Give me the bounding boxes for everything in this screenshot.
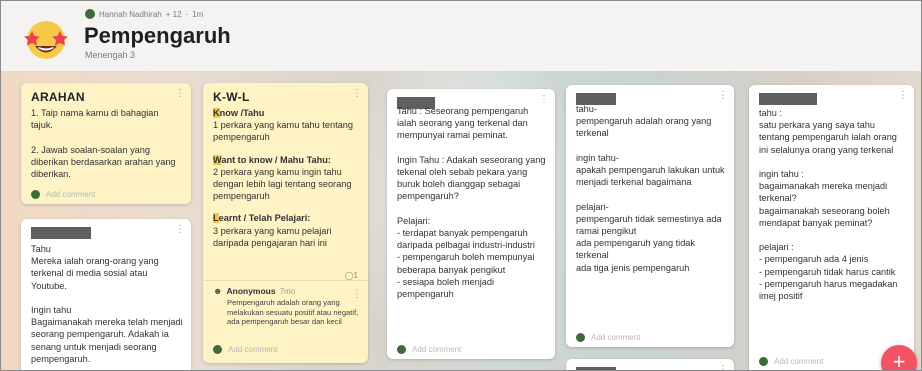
- card-body: 1. Taip nama kamu di bahagian tajuk. 2. …: [31, 108, 176, 180]
- card-student-1[interactable]: ⋮ Tahu Mereka ialah orang-orang yang ter…: [21, 219, 191, 370]
- comment-time: 7mo: [279, 286, 296, 296]
- comment-text: Pempengaruh adalah orang yang melakukan …: [227, 298, 359, 326]
- know-highlight: K: [213, 108, 220, 118]
- add-comment-label: Add comment: [774, 357, 824, 366]
- time-separator: ·: [185, 9, 189, 19]
- comment: ☻ Anonymous 7mo Pempengaruh adalah orang…: [213, 286, 360, 327]
- user-avatar: [397, 345, 406, 354]
- padlet-window: Hannah Nadhirah + 12 · 1m Pempengaruh Me…: [0, 0, 922, 371]
- more-options-icon[interactable]: ⋮: [898, 91, 908, 101]
- card-student-2[interactable]: ⋮ Tahu : Seseorang pempengaruh ialah seo…: [387, 89, 555, 359]
- add-comment-label: Add comment: [591, 333, 641, 342]
- add-comment-label: Add comment: [228, 345, 278, 354]
- card-student-3[interactable]: ⋮ tahu- pempengaruh adalah orang yang te…: [566, 85, 734, 347]
- comment-count-value: 1: [353, 271, 358, 280]
- redacted-name: [31, 227, 91, 239]
- learnt-heading: Learnt / Telah Pelajari:: [213, 213, 311, 224]
- post-meta: Hannah Nadhirah + 12 · 1m: [85, 9, 203, 19]
- user-avatar: [31, 190, 40, 199]
- add-comment-button[interactable]: Add comment: [31, 190, 95, 199]
- card-arahan[interactable]: ARAHAN ⋮ 1. Taip nama kamu di bahagian t…: [21, 83, 191, 204]
- want-heading-text: ant to know / Mahu Tahu:: [221, 154, 331, 165]
- comment-author: Anonymous: [226, 286, 276, 296]
- card-title: ARAHAN: [31, 90, 85, 104]
- page-title: Pempengaruh: [84, 23, 231, 48]
- add-comment-button[interactable]: Add comment: [213, 345, 277, 354]
- card-body: Know /Tahu 1 perkara yang kamu tahu tent…: [213, 107, 360, 249]
- more-options-icon[interactable]: ⋮: [539, 95, 549, 105]
- card-title: K-W-L: [213, 90, 250, 104]
- redacted-name: [759, 93, 817, 105]
- user-avatar: [759, 357, 768, 366]
- add-comment-button[interactable]: Add comment: [397, 345, 461, 354]
- user-avatar: [213, 345, 222, 354]
- want-heading: Want to know / Mahu Tahu:: [213, 154, 331, 165]
- know-heading-text: now /Tahu: [219, 108, 265, 118]
- card-student-5[interactable]: ⋮ tahu : satu perkara yang saya tahu ten…: [749, 85, 914, 370]
- card-student-4[interactable]: ⋮: [566, 359, 734, 371]
- card-body: Tahu Mereka ialah orang-orang yang terke…: [31, 244, 183, 364]
- more-options-icon[interactable]: ⋮: [352, 89, 362, 99]
- add-comment-button[interactable]: Add comment: [576, 333, 640, 342]
- add-comment-label: Add comment: [46, 190, 96, 199]
- comment-count[interactable]: ◯1: [345, 271, 358, 280]
- card-body: tahu- pempengaruh adalah orang yang terk…: [576, 104, 725, 273]
- more-options-icon[interactable]: ⋮: [175, 89, 185, 99]
- user-avatar: [576, 333, 585, 342]
- add-comment-button[interactable]: Add comment: [759, 357, 823, 366]
- page-subtitle: Menengah 3: [85, 50, 136, 60]
- know-heading: Know /Tahu: [213, 108, 264, 118]
- redacted-name: [576, 367, 616, 370]
- learnt-heading-text: earnt / Telah Pelajari:: [218, 213, 311, 224]
- more-options-icon[interactable]: ⋮: [175, 225, 185, 235]
- post-time: 1m: [192, 9, 204, 19]
- card-body: tahu : satu perkara yang saya tahu tenta…: [759, 108, 898, 302]
- comment-bubble-icon: ◯: [344, 271, 354, 280]
- author-avatar: [85, 9, 95, 19]
- add-comment-label: Add comment: [412, 345, 462, 354]
- divider: [203, 280, 368, 281]
- like-count: + 12: [165, 9, 182, 19]
- star-struck-emoji-icon: [24, 21, 68, 59]
- more-options-icon[interactable]: ⋮: [718, 91, 728, 101]
- anonymous-icon: ☻: [213, 286, 223, 296]
- comment-options-icon[interactable]: ⋮: [352, 290, 362, 300]
- want-body: 2 perkara yang kamu ingin tahu dengan le…: [213, 166, 352, 202]
- card-body: Tahu : Seseorang pempengaruh ialah seora…: [397, 106, 546, 300]
- card-kwl[interactable]: K-W-L ⋮ Know /Tahu 1 perkara yang kamu t…: [203, 83, 368, 363]
- board-header: Hannah Nadhirah + 12 · 1m Pempengaruh Me…: [1, 1, 921, 71]
- learnt-body: 3 perkara yang kamu pelajari daripada pe…: [213, 225, 332, 248]
- author-name[interactable]: Hannah Nadhirah: [99, 10, 162, 19]
- know-body: 1 perkara yang kamu tahu tentang pempeng…: [213, 120, 353, 143]
- more-options-icon[interactable]: ⋮: [718, 365, 728, 371]
